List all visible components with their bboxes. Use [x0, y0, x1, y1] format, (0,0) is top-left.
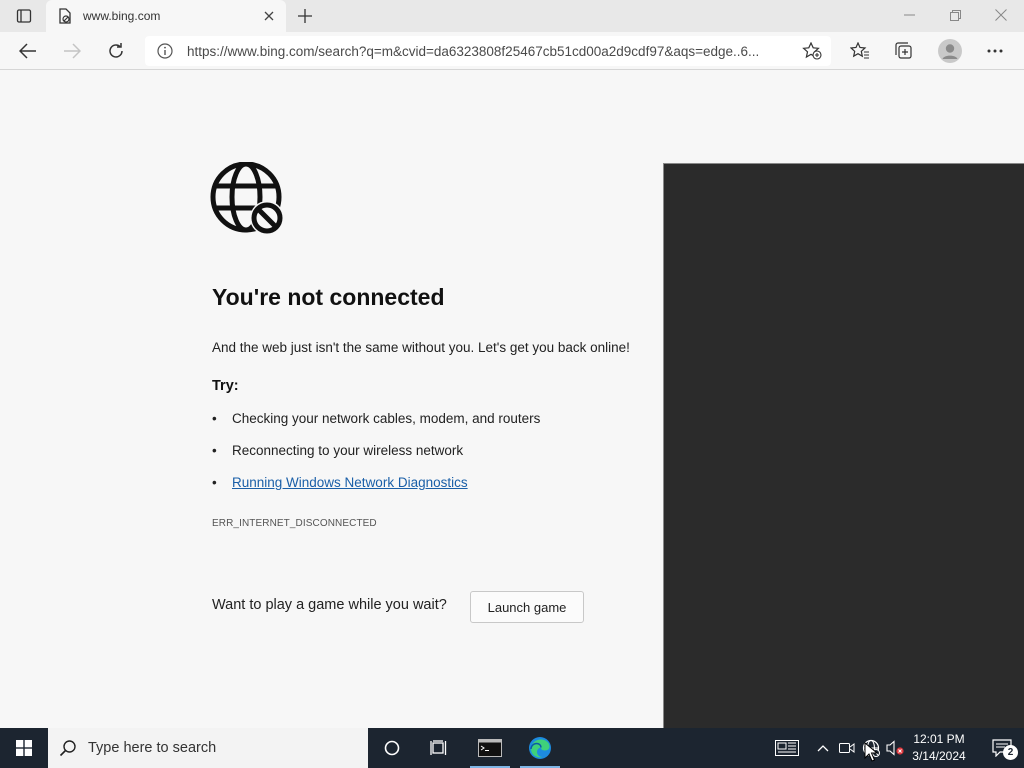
plus-icon: [298, 9, 312, 23]
tab-close-icon[interactable]: [256, 3, 282, 29]
terminal-taskbar-app[interactable]: [466, 728, 514, 768]
meet-now-button[interactable]: [836, 728, 858, 768]
page-title: You're not connected: [212, 284, 445, 310]
suggestion-network-diagnostics: Running Windows Network Diagnostics: [212, 475, 540, 507]
restore-icon: [949, 9, 961, 21]
error-code: ERR_INTERNET_DISCONNECTED: [212, 518, 377, 529]
back-arrow-icon: [19, 43, 36, 59]
favorites-star-icon: [850, 42, 869, 59]
tab-actions-icon: [16, 9, 32, 23]
tab-title: www.bing.com: [83, 9, 161, 23]
try-label: Try:: [212, 378, 239, 394]
site-info-icon[interactable]: [151, 43, 179, 59]
add-favorite-icon[interactable]: [799, 39, 825, 63]
cortana-circle-icon: [384, 740, 400, 756]
clock-date: 3/14/2024: [912, 749, 966, 763]
system-clock[interactable]: 12:01 PM 3/14/2024: [905, 731, 973, 765]
browser-toolbar: https://www.bing.com/search?q=m&cvid=da6…: [0, 32, 1024, 70]
terminal-icon: [478, 739, 502, 757]
chevron-up-icon: [817, 745, 829, 752]
speaker-muted-icon: [886, 740, 904, 756]
collections-icon: [895, 42, 912, 59]
search-placeholder: Type here to search: [88, 740, 217, 756]
forward-arrow-icon: [64, 43, 81, 59]
minimize-icon: [903, 14, 915, 16]
camera-icon: [839, 743, 855, 753]
news-widget-button[interactable]: [772, 728, 802, 768]
suggestion-list: Checking your network cables, modem, and…: [212, 411, 540, 507]
title-bar: www.bing.com: [0, 0, 1024, 32]
restore-button[interactable]: [932, 0, 978, 30]
browser-tab[interactable]: www.bing.com: [46, 0, 286, 32]
edge-taskbar-app[interactable]: [516, 728, 564, 768]
game-prompt: Want to play a game while you wait?: [212, 597, 447, 613]
minimize-button[interactable]: [886, 0, 932, 30]
network-diagnostics-link[interactable]: Running Windows Network Diagnostics: [232, 475, 468, 490]
favorites-button[interactable]: [844, 36, 876, 66]
task-view-icon: [430, 740, 447, 755]
new-tab-button[interactable]: [292, 4, 318, 28]
news-icon: [775, 740, 799, 756]
page-content: You're not connected And the web just is…: [0, 71, 1024, 728]
notification-count-badge: 2: [1003, 745, 1018, 760]
search-icon: [48, 739, 88, 757]
url-text[interactable]: https://www.bing.com/search?q=m&cvid=da6…: [187, 44, 783, 59]
back-button[interactable]: [12, 36, 44, 66]
refresh-button[interactable]: [100, 36, 132, 66]
clock-time: 12:01 PM: [913, 732, 965, 746]
close-window-button[interactable]: [978, 0, 1024, 30]
avatar-icon: [938, 39, 962, 63]
suggestion-check-cables: Checking your network cables, modem, and…: [212, 411, 540, 443]
launch-game-button[interactable]: Launch game: [470, 591, 584, 623]
forward-button[interactable]: [56, 36, 88, 66]
tab-actions-button[interactable]: [8, 4, 40, 28]
volume-button[interactable]: [884, 728, 906, 768]
action-center-button[interactable]: 2: [980, 728, 1024, 768]
address-bar[interactable]: https://www.bing.com/search?q=m&cvid=da6…: [145, 36, 831, 66]
mouse-cursor-icon: [864, 742, 878, 762]
error-description: And the web just isn't the same without …: [212, 340, 630, 355]
profile-button[interactable]: [934, 36, 966, 66]
start-button[interactable]: [0, 728, 48, 768]
cortana-button[interactable]: [368, 728, 416, 768]
collections-button[interactable]: [888, 36, 920, 66]
task-view-button[interactable]: [416, 728, 464, 768]
settings-menu-button[interactable]: [979, 36, 1011, 66]
overlay-window[interactable]: [663, 163, 1024, 728]
globe-blocked-icon: [210, 162, 284, 235]
close-icon: [995, 9, 1007, 21]
taskbar-search-box[interactable]: Type here to search: [48, 728, 368, 768]
suggestion-reconnect-wireless: Reconnecting to your wireless network: [212, 443, 540, 475]
page-error-icon: [57, 8, 73, 24]
edge-browser-icon: [529, 737, 551, 759]
more-dots-icon: [987, 49, 1003, 53]
windows-logo-icon: [16, 740, 32, 756]
refresh-icon: [109, 43, 123, 58]
show-hidden-icons-button[interactable]: [812, 728, 834, 768]
